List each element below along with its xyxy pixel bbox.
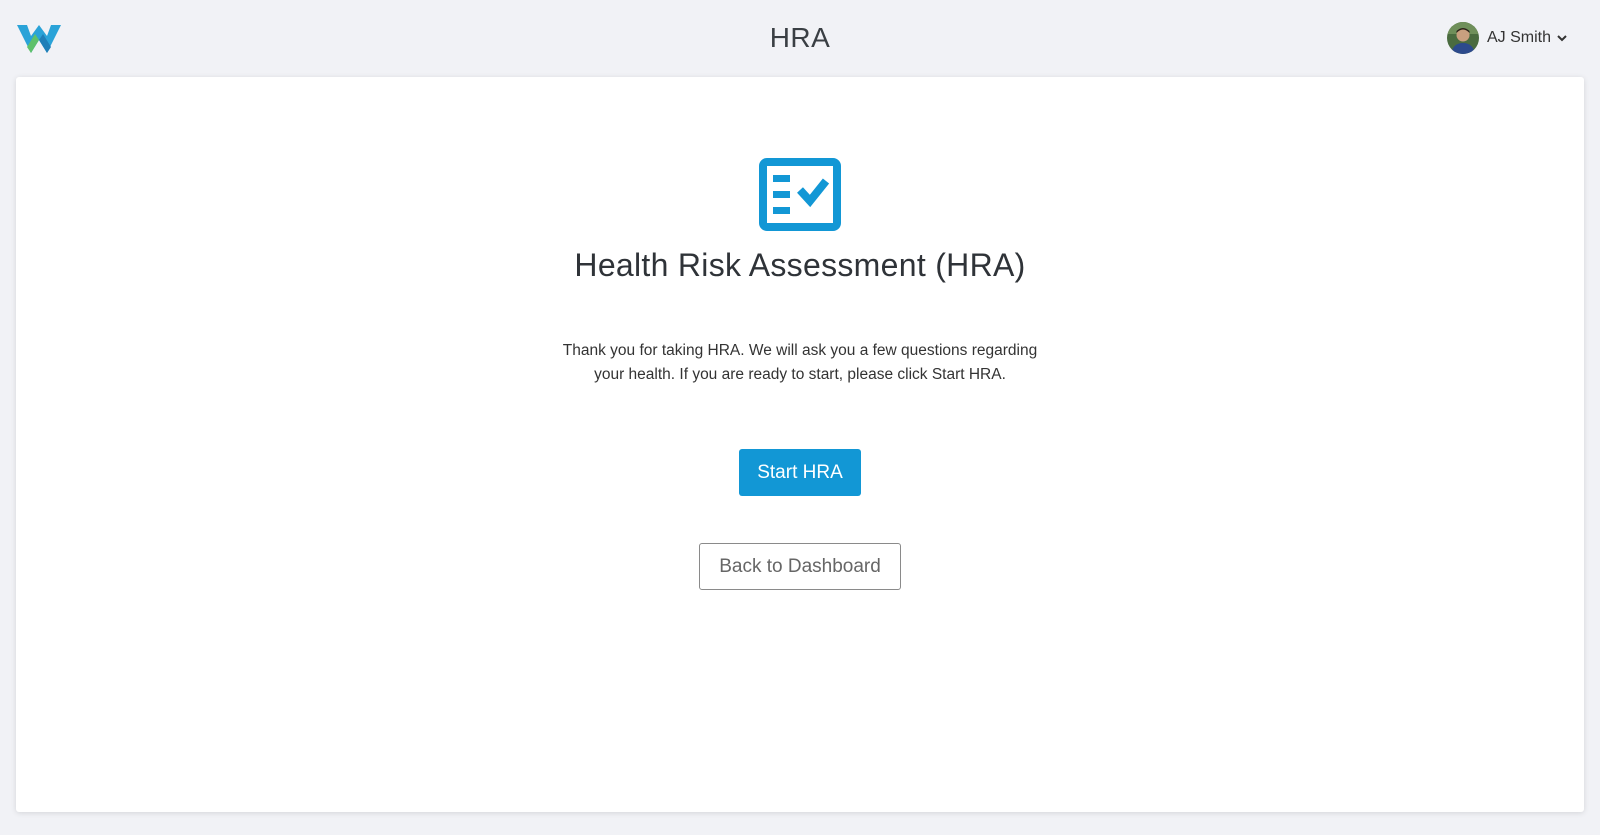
user-avatar[interactable] [1446, 22, 1479, 54]
start-hra-button[interactable]: Start HRA [739, 449, 861, 496]
app-title: HRA [769, 22, 831, 53]
user-name[interactable]: AJ Smith [1487, 29, 1551, 47]
back-to-dashboard-button[interactable]: Back to Dashboard [699, 543, 901, 590]
main-card: Health Risk Assessment (HRA) Thank you f… [16, 77, 1584, 812]
page-title: Health Risk Assessment (HRA) [574, 247, 1026, 283]
chevron-down-icon[interactable] [1556, 32, 1568, 44]
checklist-icon [759, 158, 841, 231]
intro-text: Thank you for taking HRA. We will ask yo… [562, 342, 1038, 383]
user-menu[interactable]: AJ Smith [1446, 22, 1568, 54]
top-bar: HRA AJ Smith [0, 0, 1600, 76]
